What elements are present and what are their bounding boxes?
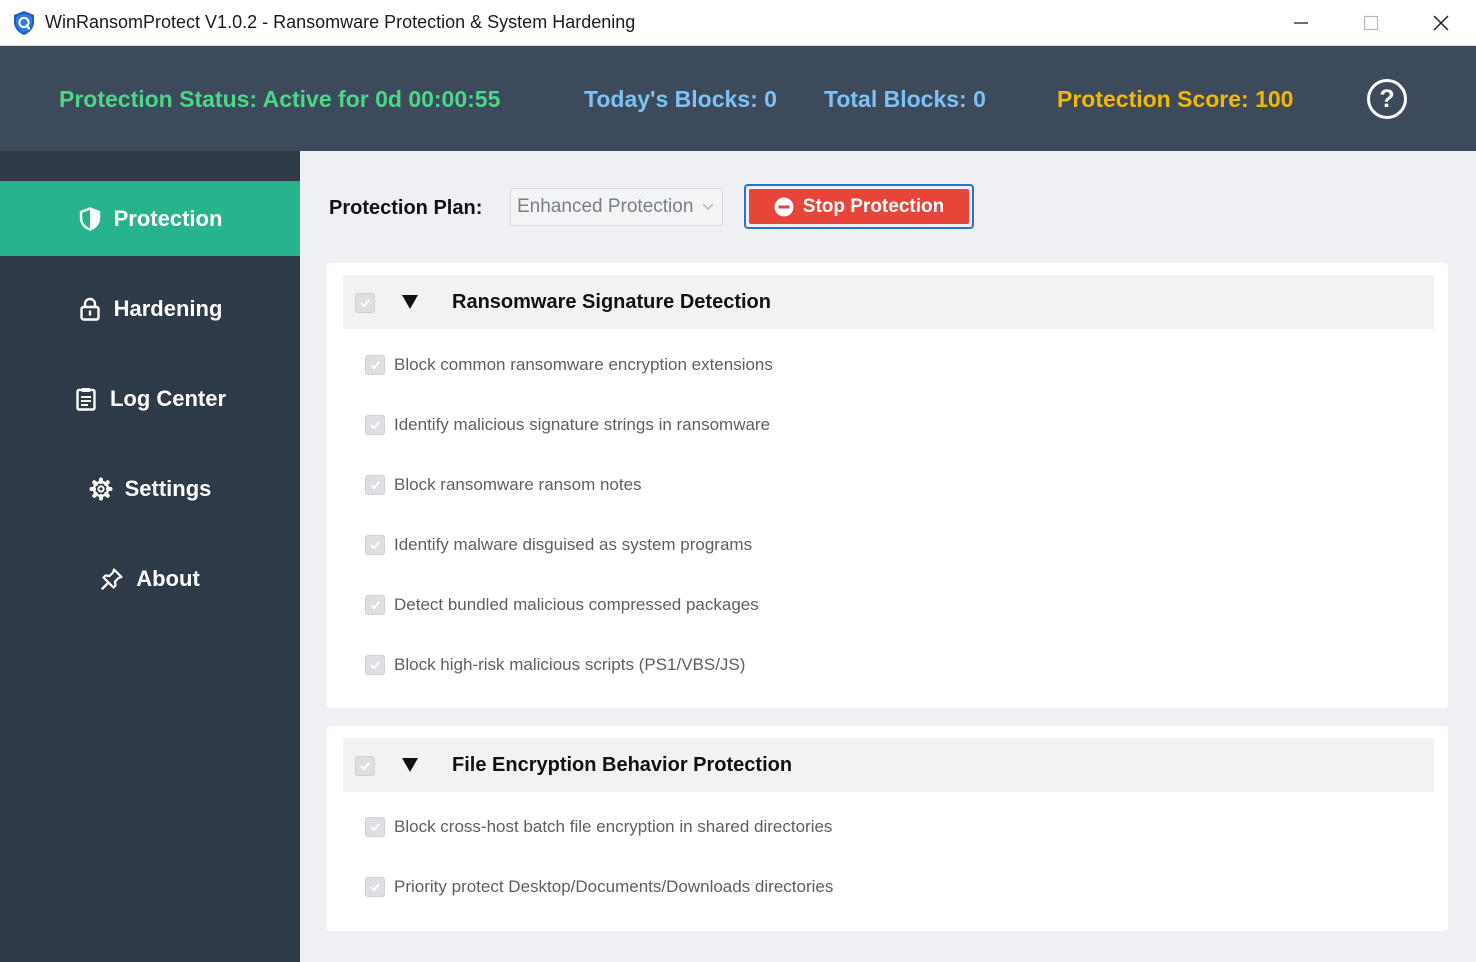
help-button[interactable]: ?: [1367, 79, 1407, 119]
section-header[interactable]: File Encryption Behavior Protection: [343, 738, 1434, 792]
check-icon: [370, 661, 380, 670]
sidebar-item-label: Protection: [113, 205, 223, 231]
sidebar-item-label: About: [136, 565, 200, 591]
help-icon: ?: [1379, 84, 1395, 113]
section-checkbox[interactable]: [355, 293, 375, 313]
check-icon: [360, 762, 370, 771]
gear-icon: [89, 477, 113, 501]
option-checkbox[interactable]: [365, 415, 385, 435]
close-icon: [1433, 15, 1449, 31]
stop-icon: [774, 197, 794, 216]
section-title: Ransomware Signature Detection: [452, 291, 771, 313]
sidebar-item-settings[interactable]: Settings: [0, 451, 300, 526]
total-blocks-text: Total Blocks: 0: [824, 86, 986, 112]
minimize-icon: [1294, 22, 1308, 24]
sidebar-item-hardening[interactable]: Hardening: [0, 271, 300, 346]
stop-protection-button[interactable]: Stop Protection: [744, 184, 974, 229]
option-label: Block ransomware ransom notes: [394, 475, 642, 494]
protection-plan-select[interactable]: Enhanced Protection: [510, 188, 723, 226]
check-icon: [370, 823, 380, 832]
protection-status-text: Protection Status: Active for 0d 00:00:5…: [59, 86, 501, 112]
option-checkbox[interactable]: [365, 535, 385, 555]
option-row[interactable]: Detect bundled malicious compressed pack…: [365, 593, 759, 617]
option-row[interactable]: Identify malware disguised as system pro…: [365, 533, 752, 557]
option-row[interactable]: Block ransomware ransom notes: [365, 473, 642, 497]
app-window: WinRansomProtect V1.0.2 - Ransomware Pro…: [0, 0, 1476, 962]
maximize-icon: [1363, 15, 1379, 31]
option-row[interactable]: Block cross-host batch file encryption i…: [365, 815, 832, 839]
minimize-button[interactable]: [1266, 0, 1336, 46]
check-icon: [360, 299, 370, 308]
stop-protection-button-face: Stop Protection: [749, 189, 969, 224]
sidebar-item-log-center[interactable]: Log Center: [0, 361, 300, 436]
sidebar-item-label: Settings: [124, 475, 212, 501]
section-checkbox[interactable]: [355, 756, 375, 776]
lock-icon: [78, 297, 102, 321]
option-label: Detect bundled malicious compressed pack…: [394, 595, 759, 614]
section-card: Ransomware Signature Detection Block com…: [327, 263, 1448, 708]
option-row[interactable]: Block high-risk malicious scripts (PS1/V…: [365, 653, 745, 677]
option-checkbox[interactable]: [365, 655, 385, 675]
chevron-down-icon: [702, 203, 714, 210]
close-button[interactable]: [1406, 0, 1476, 46]
check-icon: [370, 421, 380, 430]
option-label: Block cross-host batch file encryption i…: [394, 817, 833, 836]
shield-app-icon: [12, 10, 36, 36]
protection-score-text: Protection Score: 100: [1057, 86, 1294, 112]
option-label: Priority protect Desktop/Documents/Downl…: [394, 877, 834, 896]
option-checkbox[interactable]: [365, 817, 385, 837]
check-icon: [370, 601, 380, 610]
window-title: WinRansomProtect V1.0.2 - Ransomware Pro…: [45, 12, 636, 32]
status-bar: Protection Status: Active for 0d 00:00:5…: [0, 46, 1476, 151]
option-label: Identify malware disguised as system pro…: [394, 535, 753, 554]
collapse-arrow-icon[interactable]: [401, 756, 419, 774]
section-card: File Encryption Behavior Protection Bloc…: [327, 726, 1448, 931]
check-icon: [370, 541, 380, 550]
title-bar[interactable]: WinRansomProtect V1.0.2 - Ransomware Pro…: [0, 0, 1476, 46]
protection-plan-value: Enhanced Protection: [517, 196, 694, 217]
option-row[interactable]: Priority protect Desktop/Documents/Downl…: [365, 875, 833, 899]
check-icon: [370, 883, 380, 892]
check-icon: [370, 361, 380, 370]
section-title: File Encryption Behavior Protection: [452, 754, 793, 776]
stop-protection-label: Stop Protection: [802, 195, 945, 217]
sidebar-item-about[interactable]: About: [0, 541, 300, 616]
sidebar-item-label: Log Center: [109, 385, 227, 411]
option-checkbox[interactable]: [365, 355, 385, 375]
todays-blocks-text: Today's Blocks: 0: [584, 86, 777, 112]
option-checkbox[interactable]: [365, 595, 385, 615]
option-row[interactable]: Block common ransomware encryption exten…: [365, 353, 773, 377]
shield-icon: [78, 206, 102, 231]
protection-plan-label: Protection Plan:: [329, 197, 483, 219]
sidebar-item-label: Hardening: [113, 295, 223, 321]
option-label: Identify malicious signature strings in …: [394, 415, 771, 434]
sidebar: Protection Hardening Log Center Settings…: [0, 151, 300, 962]
option-row[interactable]: Identify malicious signature strings in …: [365, 413, 770, 437]
collapse-arrow-icon[interactable]: [401, 293, 419, 311]
section-header[interactable]: Ransomware Signature Detection: [343, 275, 1434, 329]
main-panel: Protection Plan: Enhanced Protection Sto…: [300, 151, 1476, 962]
option-checkbox[interactable]: [365, 475, 385, 495]
check-icon: [370, 481, 380, 490]
option-label: Block high-risk malicious scripts (PS1/V…: [394, 655, 746, 674]
maximize-button[interactable]: [1336, 0, 1406, 46]
sidebar-item-protection[interactable]: Protection: [0, 181, 300, 256]
pin-icon: [100, 567, 124, 591]
option-label: Block common ransomware encryption exten…: [394, 355, 773, 374]
option-checkbox[interactable]: [365, 877, 385, 897]
clipboard-icon: [74, 387, 98, 411]
